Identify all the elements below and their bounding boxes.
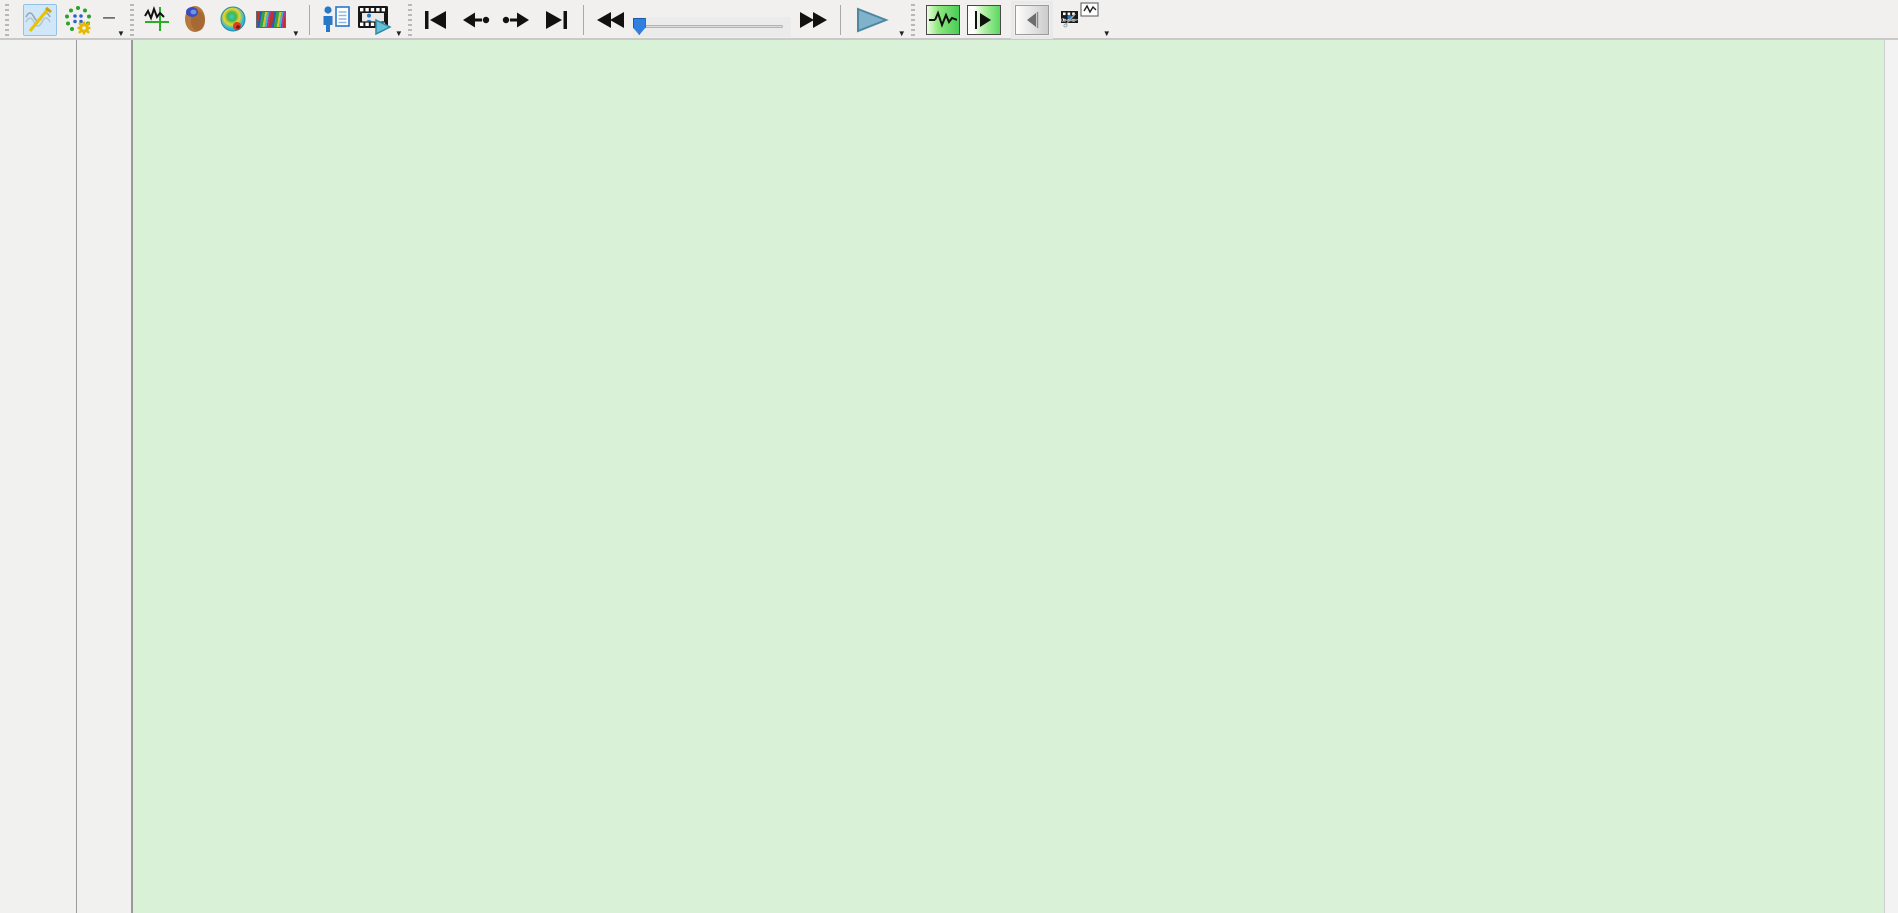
- review-wave-icon: [928, 10, 957, 28]
- time-display[interactable]: [103, 17, 115, 19]
- fast-forward-button[interactable]: [793, 5, 833, 35]
- spectrogram-icon: [255, 10, 286, 28]
- page-back-icon: [1026, 12, 1038, 28]
- jump-start-button[interactable]: [416, 5, 456, 35]
- datetime-display: [103, 2, 115, 19]
- clip-scissors-button[interactable]: ✂: [1056, 2, 1101, 36]
- electrode-map-gear-icon: [65, 6, 91, 35]
- step-back-icon: [462, 12, 489, 28]
- speed-slider-group: [632, 2, 791, 37]
- eeg-trace-canvas[interactable]: [133, 40, 1884, 913]
- rewind-icon: [596, 12, 624, 28]
- review-wave-button[interactable]: [925, 5, 960, 35]
- step-back-button[interactable]: [456, 5, 496, 35]
- main-toolbar: ▼ ▼ ▼ ▼ ✂ ▼: [0, 0, 1898, 40]
- clip-dropdown-arrow[interactable]: ▼: [1103, 29, 1111, 38]
- rewind-button[interactable]: [591, 5, 631, 35]
- toolbar-gripper[interactable]: [910, 4, 915, 36]
- toolbar-gripper[interactable]: [407, 4, 412, 36]
- jump-end-button[interactable]: [536, 5, 576, 35]
- eeg-display-area: [0, 40, 1898, 913]
- maps-dropdown-arrow[interactable]: ▼: [292, 29, 300, 38]
- fast-forward-icon: [799, 12, 827, 28]
- eeg-marker-button[interactable]: [138, 2, 176, 36]
- play-button[interactable]: [848, 5, 896, 35]
- head-3d-icon: [184, 6, 205, 32]
- jump-start-icon: [424, 11, 446, 29]
- montage-settings-button[interactable]: [61, 4, 95, 36]
- eeg-review-window: ▼ ▼ ▼ ▼ ✂ ▼: [0, 0, 1898, 913]
- video-dropdown-arrow[interactable]: ▼: [395, 29, 403, 38]
- channel-label-column: [0, 40, 133, 913]
- topo-map-icon: [220, 6, 246, 32]
- review-play-icon: [974, 11, 991, 29]
- step-forward-button[interactable]: [496, 5, 536, 35]
- toolbar-gripper[interactable]: [5, 4, 9, 36]
- play-icon: [856, 7, 889, 33]
- page-back-button[interactable]: [1010, 1, 1053, 39]
- patient-info-icon: [323, 6, 350, 32]
- toolbar-separator: [582, 5, 584, 35]
- play-dropdown-arrow[interactable]: ▼: [898, 29, 906, 38]
- eeg-marker-icon: [144, 6, 169, 31]
- patient-info-button[interactable]: [317, 2, 355, 36]
- review-play-button[interactable]: [966, 5, 1001, 35]
- label-divider: [76, 40, 77, 913]
- toolbar-separator: [308, 5, 310, 35]
- video-icon: [357, 6, 392, 35]
- slider-track[interactable]: [640, 25, 783, 28]
- topo-map-button[interactable]: [214, 2, 252, 36]
- toolbar-gripper[interactable]: [129, 4, 134, 36]
- video-button[interactable]: [355, 2, 393, 36]
- step-forward-icon: [502, 12, 529, 28]
- datetime-dropdown-arrow[interactable]: ▼: [117, 29, 125, 38]
- speed-slider[interactable]: [632, 17, 791, 37]
- jump-end-icon: [545, 11, 567, 29]
- head-3d-map-button[interactable]: [176, 2, 214, 36]
- notch-filter-50-button[interactable]: [23, 4, 57, 36]
- notch-wave-icon: [25, 6, 52, 32]
- vertical-scrollbar[interactable]: [1884, 40, 1898, 913]
- slider-thumb[interactable]: [632, 18, 646, 35]
- spectrogram-button[interactable]: [252, 2, 290, 36]
- toolbar-separator: [839, 5, 841, 35]
